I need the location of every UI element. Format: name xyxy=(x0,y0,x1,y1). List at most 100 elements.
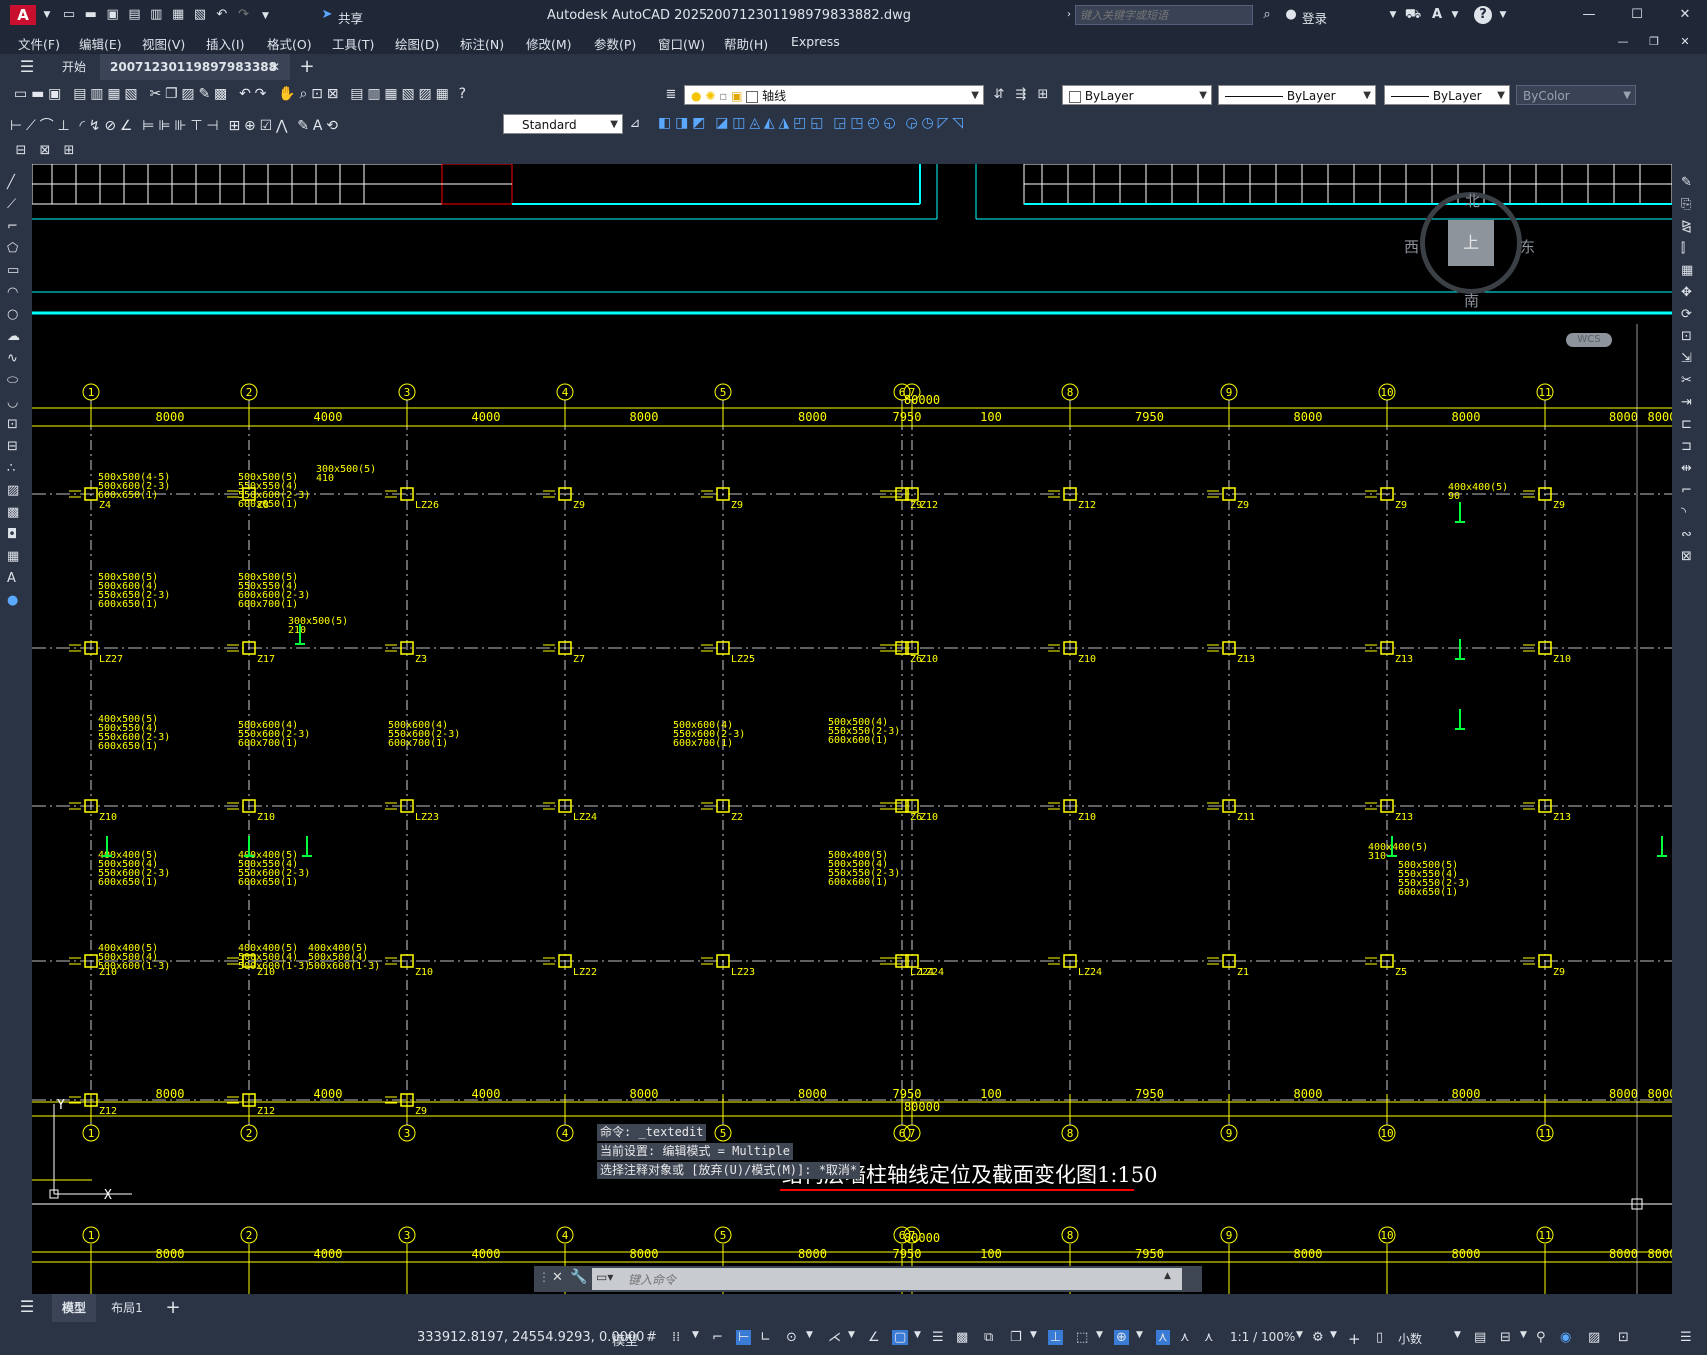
construction-line-icon[interactable]: ⟋ xyxy=(7,194,32,216)
fillet-icon[interactable]: ◝ xyxy=(1681,502,1707,524)
revision-cloud-icon[interactable]: ☁ xyxy=(7,326,32,348)
layer-previous-icon[interactable]: ⇶ xyxy=(1012,86,1030,104)
mirror-icon[interactable]: ⧎ xyxy=(1681,216,1707,238)
line-icon[interactable]: ╱ xyxy=(7,172,32,194)
properties-icon[interactable]: ▤ xyxy=(350,86,363,102)
viewcube-top-face[interactable]: 上 xyxy=(1448,220,1494,266)
intersect-icon[interactable]: ◵ xyxy=(883,115,895,131)
lock-icon[interactable]: ▣ xyxy=(731,89,742,103)
command-drag-handle[interactable]: ⋮ xyxy=(538,1270,550,1284)
undo2-icon[interactable]: ↶ xyxy=(239,86,251,102)
zoom-window-icon[interactable]: ⊡ xyxy=(311,86,323,102)
move-icon[interactable]: ✥ xyxy=(1681,282,1707,304)
app-logo[interactable]: A xyxy=(10,5,36,25)
menu-dimension[interactable]: 标注(N) xyxy=(460,34,504,53)
add-selected-icon[interactable]: ● xyxy=(7,590,32,612)
menu-file[interactable]: 文件(F) xyxy=(18,34,60,53)
slice-icon[interactable]: ◶ xyxy=(905,115,917,131)
bulb-icon[interactable]: ● xyxy=(691,89,701,103)
3d-sphere-icon[interactable]: ◪ xyxy=(715,115,728,131)
match-prop-icon[interactable]: ✎ xyxy=(198,86,210,102)
menu-express[interactable]: Express xyxy=(791,34,840,49)
region-icon[interactable]: ◘ xyxy=(7,524,32,546)
menu-edit[interactable]: 编辑(E) xyxy=(79,34,122,53)
osnap-chevron-icon[interactable]: ▼ xyxy=(914,1330,921,1340)
menu-tools[interactable]: 工具(T) xyxy=(332,34,374,53)
workspace-icon[interactable]: ⊟ xyxy=(12,142,30,160)
share-icon[interactable]: ➤ xyxy=(318,6,336,24)
command-prompt-icon[interactable]: ▭▾ xyxy=(596,1270,613,1284)
copy-icon[interactable]: ❐ xyxy=(165,86,178,102)
scale-icon[interactable]: ⊡ xyxy=(1681,326,1707,348)
publish-icon[interactable]: ▦ xyxy=(107,86,120,102)
open-file-icon[interactable]: ▬ xyxy=(82,6,100,24)
color-dropdown[interactable]: ByLayer ▼ xyxy=(1062,85,1212,105)
union-icon[interactable]: ◳ xyxy=(850,115,863,131)
center-mark-icon[interactable]: ⊕ xyxy=(244,118,256,134)
customize-status-icon[interactable]: ☰ xyxy=(1680,1330,1692,1345)
gizmo-chevron-icon[interactable]: ▼ xyxy=(1136,1330,1143,1340)
command-history-chevron-icon[interactable]: ▲ xyxy=(1164,1271,1171,1281)
revolve-icon[interactable]: ◰ xyxy=(793,115,806,131)
cart-icon[interactable]: ⛟ xyxy=(1404,6,1422,24)
help-icon[interactable]: ? xyxy=(1474,6,1492,24)
minimize-icon[interactable]: — xyxy=(1580,6,1598,24)
3d-cone-icon[interactable]: ◩ xyxy=(692,115,705,131)
array-icon[interactable]: ▦ xyxy=(1681,260,1707,282)
gradient-icon[interactable]: ▩ xyxy=(7,502,32,524)
design-center-icon[interactable]: ▥ xyxy=(367,86,380,102)
doc-restore-icon[interactable]: ❐ xyxy=(1645,33,1663,51)
layout-menu-icon[interactable]: ☰ xyxy=(18,1298,36,1316)
zoom-previous-icon[interactable]: ⊠ xyxy=(327,86,339,102)
dim-jogged-icon[interactable]: ↯ xyxy=(89,118,101,134)
workspace-settings-icon[interactable]: ⊞ xyxy=(60,142,78,160)
offset-icon[interactable]: ⫿ xyxy=(1681,238,1707,260)
sun-icon[interactable]: ✺ xyxy=(705,89,715,103)
pdf-icon[interactable]: ▧ xyxy=(124,86,137,102)
inspect-icon[interactable]: ☑ xyxy=(260,118,273,134)
selection-cycling-icon[interactable]: ⧉ xyxy=(984,1330,993,1345)
annotation-monitor-icon[interactable]: + xyxy=(1348,1330,1361,1348)
polar-chevron-icon[interactable]: ▼ xyxy=(806,1330,813,1340)
dim-space-icon[interactable]: ⊤ xyxy=(190,118,202,134)
units-icon[interactable]: ▯ xyxy=(1376,1330,1383,1345)
share-button[interactable]: 共享 xyxy=(338,8,363,27)
trim-icon[interactable]: ✂ xyxy=(1681,370,1707,392)
break-icon[interactable]: ⊐ xyxy=(1681,436,1707,458)
workspace-gear-icon[interactable]: ⚙ xyxy=(1312,1330,1324,1345)
sheet-set-icon[interactable]: ▧ xyxy=(401,86,414,102)
workspace-save-icon[interactable]: ⊠ xyxy=(36,142,54,160)
zoom-realtime-icon[interactable]: ⌕ xyxy=(299,86,307,102)
blend-icon[interactable]: ∾ xyxy=(1681,524,1707,546)
infer-constraints-icon[interactable]: ⌐ xyxy=(712,1330,723,1345)
dim-radius-icon[interactable]: ◜ xyxy=(80,118,85,134)
layer-manager-icon[interactable]: ≣ xyxy=(662,86,680,104)
app-menu-chevron-icon[interactable]: ▼ xyxy=(38,6,56,24)
block-editor-icon[interactable]: ▩ xyxy=(214,86,227,102)
sweep-icon[interactable]: ◱ xyxy=(810,115,823,131)
make-current-icon[interactable]: ⇵ xyxy=(990,86,1008,104)
dim-text-edit-icon[interactable]: A xyxy=(313,118,323,134)
grid-icon[interactable]: # xyxy=(646,1330,657,1345)
loft-icon[interactable]: ◲ xyxy=(833,115,846,131)
plotstyle-dropdown[interactable]: ByColor ▼ xyxy=(1516,85,1636,105)
new-tab-icon[interactable]: + xyxy=(298,58,316,76)
isodraft-chevron-icon[interactable]: ▼ xyxy=(848,1330,855,1340)
dim-break-icon[interactable]: ⊣ xyxy=(206,118,218,134)
explode-icon[interactable]: ⊠ xyxy=(1681,546,1707,568)
point-icon[interactable]: ∴ xyxy=(7,458,32,480)
command-input-box[interactable]: ▭▾ ▲ xyxy=(592,1268,1182,1290)
viewcube[interactable]: 上 北 南 西 东 xyxy=(1392,184,1562,324)
3d-cylinder-icon[interactable]: ◫ xyxy=(732,115,745,131)
transparency-icon[interactable]: ▩ xyxy=(956,1330,968,1345)
dim-baseline-icon[interactable]: ⊫ xyxy=(158,118,170,134)
clean-screen-icon[interactable]: ▨ xyxy=(1588,1330,1600,1345)
mtext-icon[interactable]: A xyxy=(7,568,32,590)
snap-chevron-icon[interactable]: ▼ xyxy=(692,1330,699,1340)
extrude-icon[interactable]: ◮ xyxy=(779,115,790,131)
gizmo-icon[interactable]: ⊕ xyxy=(1114,1330,1129,1345)
hatch-icon[interactable]: ▨ xyxy=(7,480,32,502)
arc-icon[interactable]: ◠ xyxy=(7,282,32,304)
units-chevron-icon[interactable]: ▼ xyxy=(1454,1330,1461,1340)
help-chevron-icon[interactable]: ▼ xyxy=(1494,6,1512,24)
